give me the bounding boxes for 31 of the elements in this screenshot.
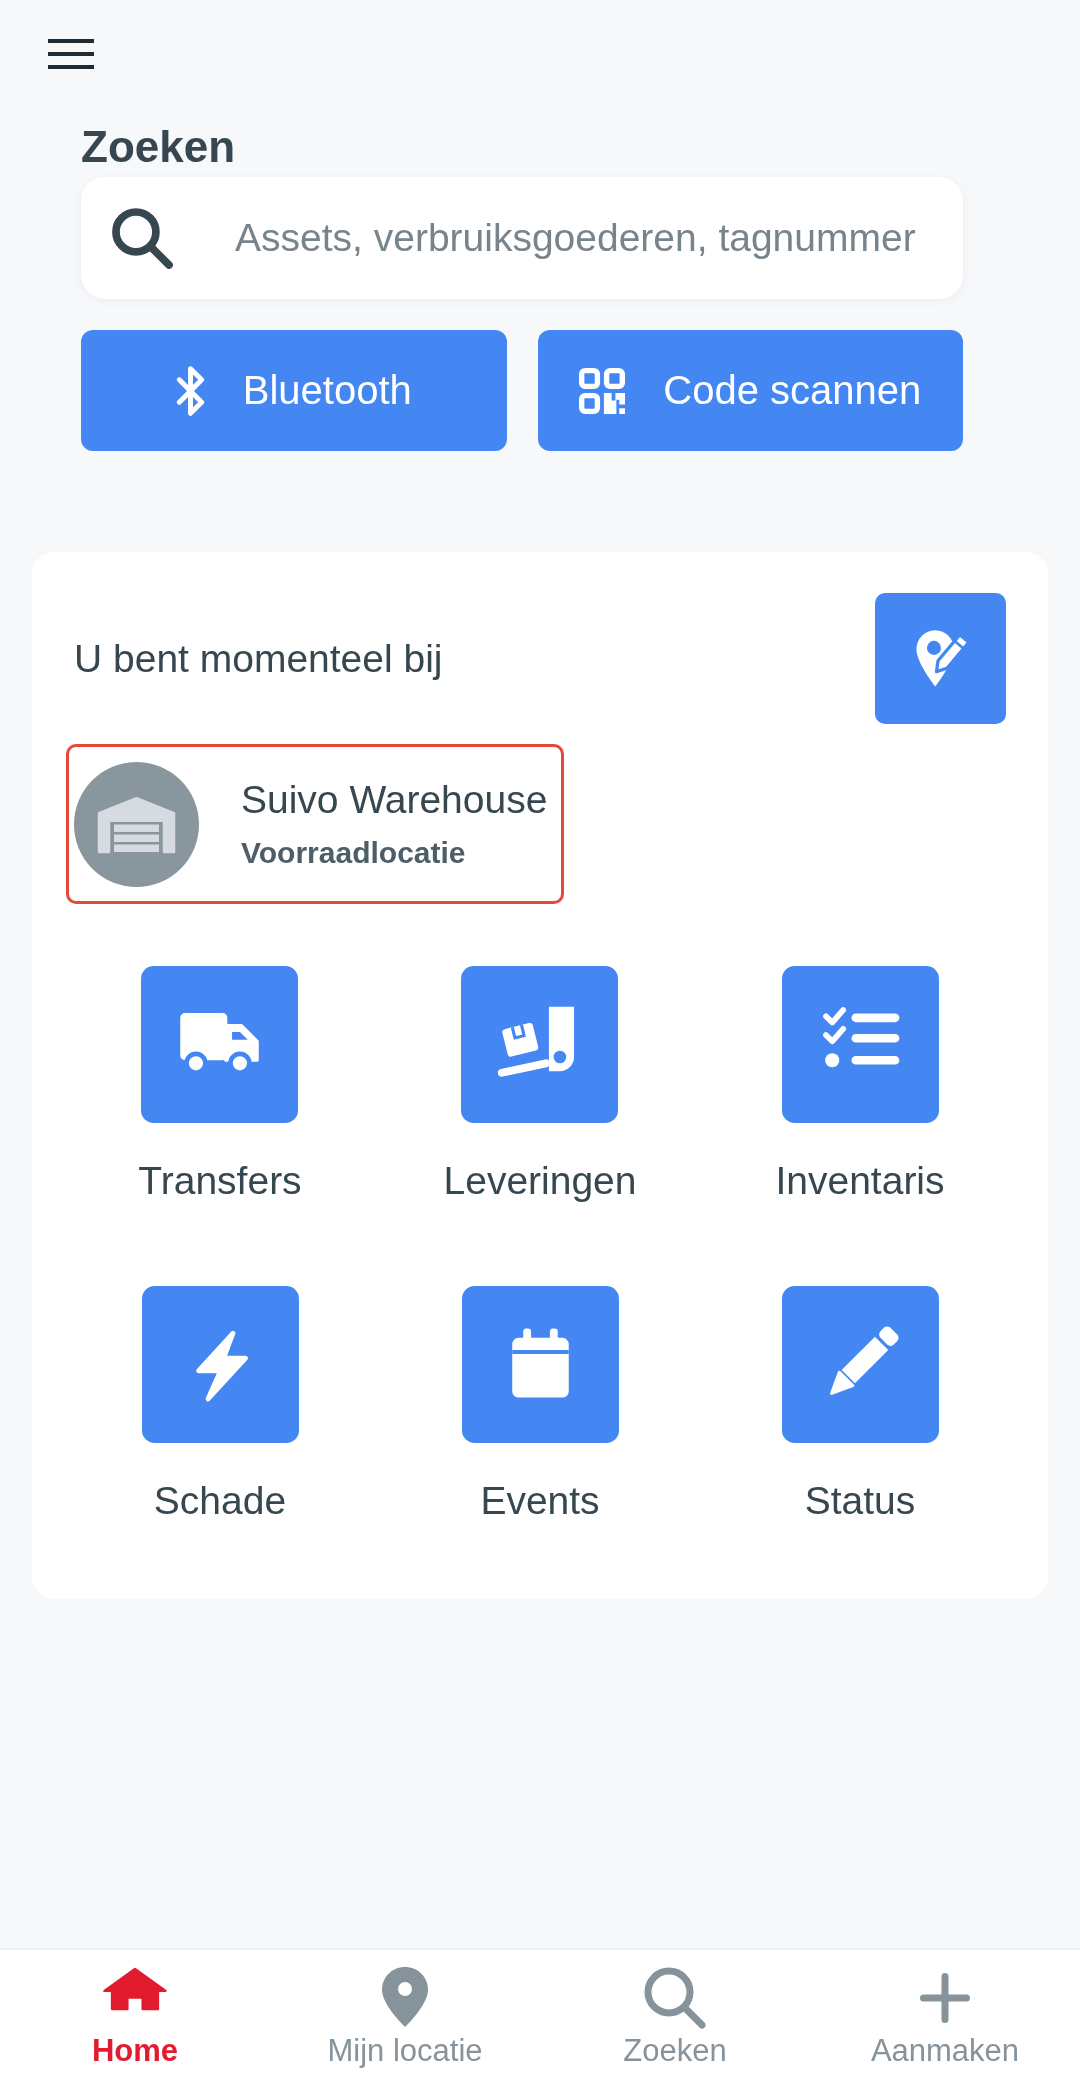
search-icon <box>644 1967 706 2029</box>
warehouse-icon <box>74 761 199 887</box>
action-button[interactable]: Inventaris <box>775 966 945 1203</box>
bluetooth-icon <box>175 365 205 416</box>
location-pin-icon <box>382 1967 428 2027</box>
truck-icon <box>141 966 299 1123</box>
nav-tab[interactable]: Home <box>91 1967 179 2069</box>
location-heading: U bent momenteel bij <box>74 636 443 681</box>
qr-code-icon <box>579 367 626 414</box>
pencil-icon <box>781 1286 939 1443</box>
action-button[interactable]: Transfers <box>138 966 302 1203</box>
location-type: Voorraadlocatie <box>241 835 467 871</box>
calendar-icon <box>461 1286 619 1443</box>
action-button[interactable]: Schade <box>141 1286 299 1523</box>
search-icon <box>112 208 173 269</box>
dolly-icon <box>461 966 619 1123</box>
location-name: Suivo Warehouse <box>241 777 548 823</box>
location-edit-button[interactable] <box>875 593 1006 724</box>
scan-code-button[interactable]: Code scannen <box>537 330 963 451</box>
bluetooth-button[interactable]: Bluetooth <box>81 330 507 451</box>
action-button[interactable]: Leveringen <box>443 966 637 1203</box>
action-button[interactable]: Status <box>781 1286 939 1523</box>
plus-icon <box>920 1973 970 2023</box>
lightning-icon <box>141 1286 299 1443</box>
search-field[interactable]: Assets, verbruiksgoederen, tagnummer <box>81 177 963 299</box>
section-title: Zoeken <box>81 122 237 172</box>
checklist-icon <box>781 966 939 1123</box>
location-card[interactable]: Suivo Warehouse Voorraadlocatie <box>66 744 565 904</box>
action-button[interactable]: Events <box>461 1286 619 1523</box>
home-icon <box>101 1967 169 2011</box>
menu-icon[interactable] <box>48 39 94 69</box>
